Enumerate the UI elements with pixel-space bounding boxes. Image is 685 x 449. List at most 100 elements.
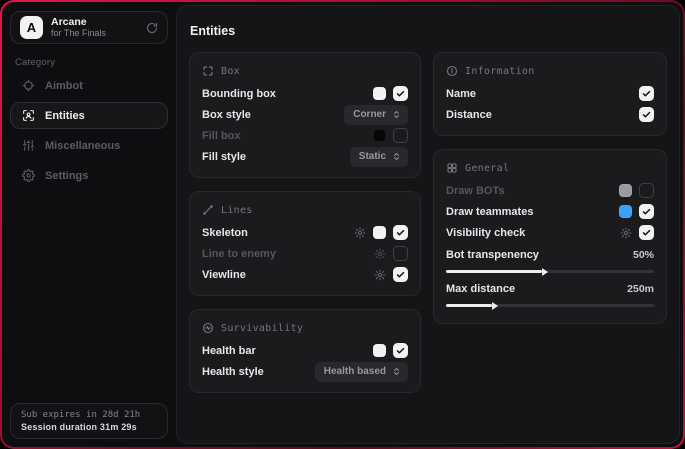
row-distance: Distance (446, 104, 654, 125)
sync-icon[interactable] (146, 22, 158, 34)
gear-icon[interactable] (620, 227, 632, 239)
bot-transparency-slider[interactable] (446, 270, 654, 273)
information-card: Information Name Distance (433, 52, 667, 136)
sidebar-item-label: Miscellaneous (45, 140, 120, 152)
box-card: Box Bounding box Box style (189, 52, 421, 178)
color-swatch[interactable] (373, 87, 386, 100)
row-health-bar: Health bar (202, 340, 408, 361)
row-label: Visibility check (446, 227, 525, 239)
color-swatch[interactable] (373, 344, 386, 357)
section-title: Lines (221, 205, 253, 216)
sidebar-item-settings[interactable]: Settings (10, 162, 168, 189)
row-fill-style: Fill style Static (202, 146, 408, 167)
sidebar-item-label: Aimbot (45, 80, 83, 92)
health-style-dropdown[interactable]: Health based (315, 362, 408, 382)
gear-icon[interactable] (374, 248, 386, 260)
row-label: Draw BOTs (446, 185, 504, 197)
section-title: Box (221, 66, 240, 77)
sidebar-nav: Aimbot Entities Miscella (10, 72, 168, 189)
app-window-frame: A Arcane for The Finals Category Aimbot (0, 0, 685, 449)
grid-icon (446, 162, 458, 174)
sidebar-item-miscellaneous[interactable]: Miscellaneous (10, 132, 168, 159)
chevrons-up-down-icon (392, 367, 401, 376)
fill-style-dropdown[interactable]: Static (350, 147, 408, 167)
row-label: Max distance (446, 283, 515, 295)
sidebar-item-label: Settings (45, 170, 88, 182)
row-health-style: Health style Health based (202, 361, 408, 382)
checkbox[interactable] (393, 246, 408, 261)
checkbox[interactable] (393, 225, 408, 240)
row-label: Bot transpenency (446, 249, 539, 261)
row-draw-teammates: Draw teammates (446, 201, 654, 222)
row-label: Bounding box (202, 88, 276, 100)
row-bounding-box: Bounding box (202, 83, 408, 104)
session-duration-text: Session duration 31m 29s (21, 422, 157, 432)
lines-card: Lines Skeleton (189, 191, 421, 296)
sub-expiry-text: Sub expires in 28d 21h (21, 410, 157, 420)
sliders-icon (22, 139, 35, 152)
checkbox[interactable] (639, 107, 654, 122)
checkbox[interactable] (393, 86, 408, 101)
row-max-distance: Max distance 250m (446, 279, 654, 299)
sidebar-item-entities[interactable]: Entities (10, 102, 168, 129)
chevrons-up-down-icon (392, 152, 401, 161)
app-logo: A (20, 16, 43, 39)
corner-brackets-icon (202, 65, 214, 77)
slider-fill (446, 304, 492, 307)
dropdown-value: Static (359, 151, 386, 162)
sidebar-item-label: Entities (45, 110, 85, 122)
row-name: Name (446, 83, 654, 104)
page-title: Entities (190, 24, 667, 38)
dropdown-value: Health based (324, 366, 386, 377)
checkbox[interactable] (393, 128, 408, 143)
app-window: A Arcane for The Finals Category Aimbot (2, 2, 683, 447)
row-label: Fill style (202, 151, 246, 163)
chevrons-up-down-icon (392, 110, 401, 119)
app-subtitle: for The Finals (51, 28, 138, 38)
row-box-style: Box style Corner (202, 104, 408, 125)
color-swatch[interactable] (373, 129, 386, 142)
pulse-circle-icon (202, 322, 214, 334)
row-label: Fill box (202, 130, 241, 142)
category-label: Category (15, 57, 55, 68)
crosshair-icon (22, 79, 35, 92)
checkbox[interactable] (639, 183, 654, 198)
checkbox[interactable] (639, 204, 654, 219)
info-circle-icon (446, 65, 458, 77)
checkbox[interactable] (393, 267, 408, 282)
gear-icon (22, 169, 35, 182)
row-draw-bots: Draw BOTs (446, 180, 654, 201)
diagonal-line-icon (202, 204, 214, 216)
survivability-card: Survivability Health bar Health style (189, 309, 421, 393)
row-label: Skeleton (202, 227, 248, 239)
row-fill-box: Fill box (202, 125, 408, 146)
row-viewline: Viewline (202, 264, 408, 285)
color-swatch[interactable] (373, 226, 386, 239)
slider-value: 50% (633, 249, 654, 261)
gear-icon[interactable] (374, 269, 386, 281)
row-label: Draw teammates (446, 206, 533, 218)
checkbox[interactable] (639, 225, 654, 240)
sidebar-item-aimbot[interactable]: Aimbot (10, 72, 168, 99)
gear-icon[interactable] (354, 227, 366, 239)
row-skeleton: Skeleton (202, 222, 408, 243)
slider-fill (446, 270, 542, 273)
max-distance-slider[interactable] (446, 304, 654, 307)
row-label: Health bar (202, 345, 256, 357)
section-title: General (465, 163, 509, 174)
color-swatch[interactable] (619, 205, 632, 218)
general-card: General Draw BOTs Draw teammates (433, 149, 667, 324)
row-label: Distance (446, 109, 492, 121)
row-label: Health style (202, 366, 264, 378)
checkbox[interactable] (393, 343, 408, 358)
box-style-dropdown[interactable]: Corner (344, 105, 408, 125)
subscription-card: Sub expires in 28d 21h Session duration … (10, 403, 168, 439)
dropdown-value: Corner (353, 109, 386, 120)
row-label: Viewline (202, 269, 246, 281)
section-title: Survivability (221, 323, 303, 334)
section-title: Information (465, 66, 535, 77)
checkbox[interactable] (639, 86, 654, 101)
row-bot-transparency: Bot transpenency 50% (446, 245, 654, 265)
row-line-to-enemy: Line to enemy (202, 243, 408, 264)
color-swatch[interactable] (619, 184, 632, 197)
